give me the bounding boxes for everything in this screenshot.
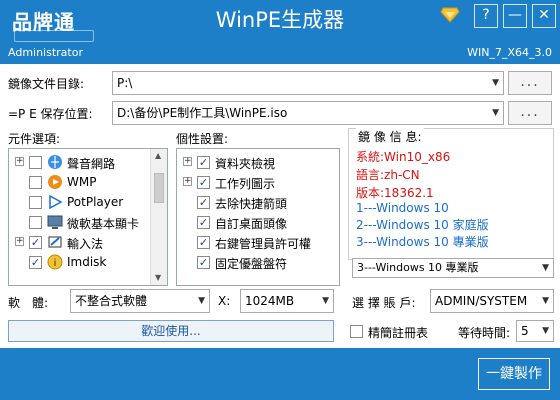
software-select-value: 不整合式軟體 bbox=[75, 294, 148, 308]
account-select[interactable]: ADMIN/SYSTEM ▼ bbox=[430, 289, 554, 313]
svg-text:i: i bbox=[54, 258, 57, 269]
scroll-up-icon[interactable]: ▲ bbox=[155, 151, 161, 160]
image-editions-list: 1---Windows 10 2---Windows 10 家庭版 3---Wi… bbox=[356, 200, 489, 251]
pe-save-label: =P E 保存位置: bbox=[8, 107, 93, 121]
tree-item-label: 去除快捷箭頭 bbox=[215, 197, 288, 211]
components-tree[interactable]: + 聲音網路 WMP PotPlayer 微軟基本顯卡 + ✓ 輸入法 ✓ i Imdisk ▲ ▼ bbox=[8, 148, 168, 286]
tree-item-checkbox[interactable]: ✓ bbox=[197, 156, 210, 169]
close-button[interactable]: ✕ bbox=[532, 4, 556, 28]
edition-item: 3---Windows 10 專業版 bbox=[356, 235, 489, 249]
one-click-make-button[interactable]: 一鍵製作 bbox=[478, 358, 550, 390]
personal-settings-label: 個性設置: bbox=[176, 132, 229, 146]
edition-select-value: 3---Windows 10 專業版 bbox=[357, 261, 479, 274]
tree-item-label: 自訂桌面頭像 bbox=[215, 217, 288, 231]
pe-save-combo[interactable]: D:\备份\PE制作工具\WinPE.iso ▼ bbox=[112, 101, 504, 125]
components-scrollbar[interactable]: ▲ ▼ bbox=[150, 149, 167, 285]
pe-save-value: D:\备份\PE制作工具\WinPE.iso bbox=[117, 106, 288, 120]
tree-item-checkbox[interactable]: ✓ bbox=[197, 256, 210, 269]
image-system-info: 系統:Win10_x86 語言:zh-CN 版本:18362.1 bbox=[356, 148, 450, 202]
potplayer-icon bbox=[47, 194, 63, 210]
tree-item-label: 資料夾檢視 bbox=[215, 157, 276, 171]
imdisk-icon: i bbox=[47, 254, 63, 270]
components-label: 元件選項: bbox=[8, 132, 61, 146]
scroll-down-icon[interactable]: ▼ bbox=[155, 273, 161, 282]
vip-diamond-icon[interactable] bbox=[440, 6, 460, 24]
memory-select-value: 1024MB bbox=[245, 294, 295, 308]
tree-item-label: 聲音網路 bbox=[67, 157, 116, 171]
image-file-browse-button[interactable]: ... bbox=[508, 71, 552, 95]
image-file-label: 鏡像文件目錄: bbox=[8, 77, 85, 91]
software-label: 軟 體: bbox=[8, 296, 49, 310]
account-select-value: ADMIN/SYSTEM bbox=[435, 294, 528, 308]
edition-item: 2---Windows 10 家庭版 bbox=[356, 218, 489, 232]
tree-item-checkbox[interactable]: ✓ bbox=[29, 256, 42, 269]
pe-save-browse-button[interactable]: ... bbox=[508, 101, 552, 125]
tree-item-label: WMP bbox=[67, 175, 97, 189]
tree-item-checkbox[interactable] bbox=[29, 196, 42, 209]
image-info-label: 鏡 像 信 息: bbox=[356, 128, 424, 145]
memory-select[interactable]: 1024MB ▼ bbox=[240, 289, 334, 313]
help-button[interactable]: ? bbox=[474, 4, 498, 28]
wmp-icon bbox=[47, 174, 63, 190]
expand-icon[interactable]: + bbox=[183, 177, 192, 186]
chevron-down-icon: ▼ bbox=[542, 296, 549, 306]
expand-icon[interactable]: + bbox=[183, 157, 192, 166]
memory-label: X: bbox=[218, 294, 231, 308]
system-version-text: 系統:Win10_x86 bbox=[356, 150, 451, 164]
scrollbar-thumb[interactable] bbox=[154, 173, 164, 203]
edition-item: 1---Windows 10 bbox=[356, 201, 449, 215]
tree-item-checkbox[interactable]: ✓ bbox=[197, 236, 210, 249]
language-text: 語言:zh-CN bbox=[356, 168, 420, 182]
tree-item-label: Imdisk bbox=[67, 255, 107, 269]
registry-checkbox[interactable] bbox=[350, 325, 363, 338]
tree-item-label: PotPlayer bbox=[67, 195, 124, 209]
tree-item-label: 固定優盤盤符 bbox=[215, 257, 288, 271]
tree-item-checkbox[interactable]: ✓ bbox=[197, 176, 210, 189]
winpe-generator-window: 品牌通 WinPE生成器 Administrator WIN_7_X64_3.0… bbox=[0, 0, 560, 400]
expand-icon[interactable]: + bbox=[15, 157, 24, 166]
minimize-button[interactable]: — bbox=[503, 4, 527, 28]
chevron-down-icon: ▼ bbox=[542, 326, 549, 336]
version-label: WIN_7_X64_3.0 bbox=[467, 46, 552, 59]
account-label: 選 擇 賬 戶: bbox=[352, 296, 416, 310]
chevron-down-icon: ▼ bbox=[542, 263, 549, 273]
tree-item-label: 微軟基本顯卡 bbox=[67, 217, 140, 231]
tree-item-checkbox[interactable]: ✓ bbox=[197, 216, 210, 229]
chevron-down-icon: ▼ bbox=[198, 296, 205, 306]
tree-item-checkbox[interactable]: ✓ bbox=[197, 196, 210, 209]
tree-item-checkbox[interactable] bbox=[29, 156, 42, 169]
tree-item-label: 輸入法 bbox=[67, 237, 104, 251]
wait-time-value: 5 bbox=[521, 324, 529, 338]
ime-icon bbox=[47, 234, 63, 250]
display-icon bbox=[47, 214, 63, 230]
network-icon bbox=[47, 154, 63, 170]
chevron-down-icon: ▼ bbox=[492, 108, 499, 118]
tree-item-checkbox[interactable] bbox=[29, 176, 42, 189]
wait-time-select[interactable]: 5 ▼ bbox=[516, 320, 554, 342]
image-file-combo[interactable]: P:\ ▼ bbox=[112, 71, 504, 95]
current-user: Administrator bbox=[8, 46, 83, 59]
chevron-down-icon: ▼ bbox=[492, 78, 499, 88]
tree-item-checkbox[interactable] bbox=[29, 216, 42, 229]
bottom-bar bbox=[0, 348, 560, 400]
tree-item-label: 工作列圖示 bbox=[215, 177, 276, 191]
image-file-value: P:\ bbox=[117, 76, 133, 90]
software-select[interactable]: 不整合式軟體 ▼ bbox=[70, 289, 210, 313]
registry-label: 精簡註冊表 bbox=[368, 326, 429, 340]
edition-select[interactable]: 3---Windows 10 專業版 ▼ bbox=[352, 258, 554, 278]
wait-time-label: 等待時間: bbox=[458, 326, 511, 340]
expand-icon[interactable]: + bbox=[15, 237, 24, 246]
tree-item-checkbox[interactable]: ✓ bbox=[29, 236, 42, 249]
chevron-down-icon: ▼ bbox=[322, 296, 329, 306]
tree-item-label: 右鍵管理員許可權 bbox=[215, 237, 312, 251]
personal-settings-tree[interactable]: + ✓ 資料夾檢視 + ✓ 工作列圖示 ✓ 去除快捷箭頭 ✓ 自訂桌面頭像 ✓ 右鍵管理員許可權 ✓ 固定… bbox=[176, 148, 340, 286]
welcome-button[interactable]: 歡迎使用... bbox=[8, 320, 334, 342]
